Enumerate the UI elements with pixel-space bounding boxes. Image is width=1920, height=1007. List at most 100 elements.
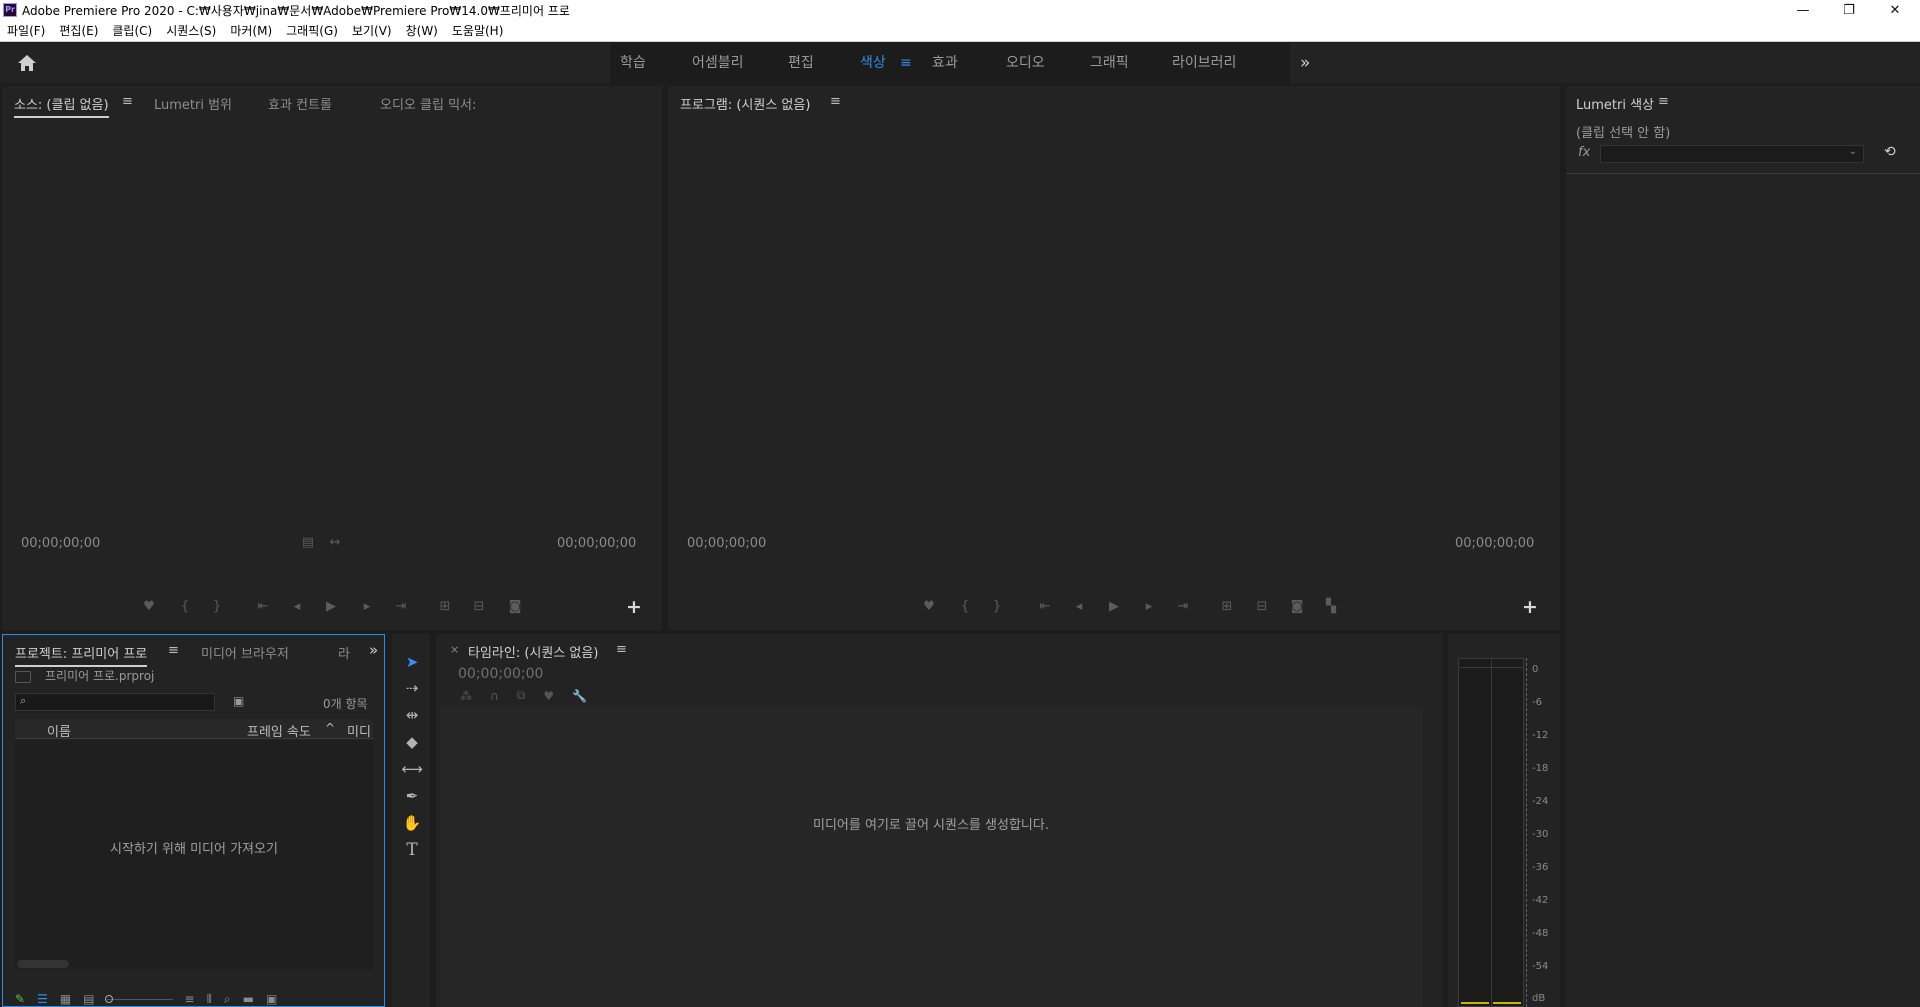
menu-view[interactable]: 보기(V)	[345, 20, 399, 42]
step-forward-icon[interactable]: ▸	[356, 599, 378, 614]
razor-tool-icon[interactable]: ◆	[402, 732, 422, 752]
go-to-out-icon[interactable]: ⇥	[1172, 599, 1194, 614]
mark-in-icon[interactable]: {	[174, 599, 196, 614]
step-forward-icon[interactable]: ▸	[1138, 599, 1160, 614]
tab-media-browser[interactable]: 미디어 브라우저	[201, 643, 289, 662]
mark-out-icon[interactable]: }	[206, 599, 228, 614]
go-to-in-icon[interactable]: ⇤	[1034, 599, 1056, 614]
menu-marker[interactable]: 마커(M)	[223, 20, 279, 42]
timeline-drop-area[interactable]: 미디어를 여기로 끌어 시퀀스를 생성합니다.	[440, 706, 1422, 1007]
tab-audio-clip-mixer[interactable]: 오디오 클립 믹서:	[380, 94, 476, 113]
mark-in-icon[interactable]: {	[954, 599, 976, 614]
tab-timeline[interactable]: 타임라인: (시퀀스 없음)	[468, 642, 598, 661]
tab-program[interactable]: 프로그램: (시퀀스 없음)	[680, 94, 810, 113]
workspace-tab-assembly[interactable]: 어셈블리	[692, 43, 744, 83]
program-timecode-current[interactable]: 00;00;00;00	[687, 536, 766, 551]
step-back-icon[interactable]: ◂	[1068, 599, 1090, 614]
zoom-slider[interactable]	[104, 994, 173, 1003]
program-add-button[interactable]: +	[1522, 596, 1538, 618]
horizontal-scrollbar[interactable]	[17, 960, 69, 968]
export-frame-icon[interactable]: ◙	[504, 599, 526, 614]
play-icon[interactable]: ▶	[320, 599, 342, 614]
lumetri-effect-dropdown[interactable]: ⌄	[1600, 145, 1864, 163]
extract-icon[interactable]: ⊟	[1251, 599, 1273, 614]
sort-icons-icon[interactable]: ≡	[185, 992, 195, 1006]
slip-tool-icon[interactable]: ⟷	[401, 759, 423, 779]
lift-icon[interactable]: ⊞	[1216, 599, 1238, 614]
go-to-out-icon[interactable]: ⇥	[390, 599, 412, 614]
new-bin-icon[interactable]: ▬	[243, 992, 254, 1006]
close-button[interactable]: ✕	[1872, 0, 1918, 20]
mark-out-icon[interactable]: }	[986, 599, 1008, 614]
tab-libraries-partial[interactable]: 라	[338, 643, 350, 662]
add-marker-icon[interactable]: ♥	[138, 599, 160, 614]
tab-source[interactable]: 소스: (클립 없음)	[14, 94, 109, 118]
menu-sequence[interactable]: 시퀀스(S)	[159, 20, 223, 42]
menu-clip[interactable]: 클립(C)	[105, 20, 159, 42]
reset-icon[interactable]: ⟲	[1884, 144, 1896, 160]
menu-edit[interactable]: 편집(E)	[52, 20, 105, 42]
new-item-icon[interactable]: ▣	[266, 992, 277, 1006]
fx-icon[interactable]: fx	[1578, 145, 1590, 160]
workspace-menu-icon[interactable]: ≡	[900, 43, 912, 83]
add-marker-icon[interactable]: ♥	[918, 599, 940, 614]
export-frame-icon[interactable]: ◙	[1286, 599, 1308, 614]
restore-button[interactable]: ❐	[1826, 0, 1872, 20]
tab-lumetri-color[interactable]: Lumetri 색상	[1576, 94, 1654, 113]
program-panel-menu-icon[interactable]: ≡	[830, 94, 841, 109]
source-timecode-current[interactable]: 00;00;00;00	[21, 536, 100, 551]
column-frame-rate[interactable]: 프레임 속도	[247, 721, 311, 740]
ripple-edit-tool-icon[interactable]: ⇹	[402, 705, 422, 725]
icon-view-icon[interactable]: ▦	[60, 992, 71, 1006]
nest-sequences-icon[interactable]: ⁂	[460, 689, 472, 703]
hand-tool-icon[interactable]: ✋	[402, 813, 422, 833]
project-search-input[interactable]: ⌕	[15, 693, 215, 711]
find-icon[interactable]: ⌕	[224, 992, 231, 1007]
step-back-icon[interactable]: ◂	[286, 599, 308, 614]
timeline-timecode[interactable]: 00;00;00;00	[458, 666, 543, 682]
comparison-view-icon[interactable]: ▚	[1320, 599, 1342, 614]
type-tool-icon[interactable]: T	[402, 840, 422, 860]
add-marker-icon[interactable]: ♥	[543, 689, 554, 703]
snap-icon[interactable]: ∩	[490, 689, 499, 703]
project-overflow-icon[interactable]: »	[369, 641, 378, 659]
insert-icon[interactable]: ⊞	[434, 599, 456, 614]
linked-selection-icon[interactable]: ⧉	[517, 688, 526, 703]
workspace-tab-effects[interactable]: 효과	[932, 43, 958, 83]
tab-project[interactable]: 프로젝트: 프리미어 프로	[15, 643, 148, 667]
project-panel-menu-icon[interactable]: ≡	[168, 643, 179, 658]
timeline-panel-menu-icon[interactable]: ≡	[616, 642, 627, 657]
go-to-in-icon[interactable]: ⇤	[252, 599, 274, 614]
menu-graphics[interactable]: 그래픽(G)	[279, 20, 345, 42]
workspace-overflow-icon[interactable]: »	[1300, 43, 1310, 83]
minimize-button[interactable]: —	[1780, 0, 1826, 20]
write-protect-icon[interactable]: ✎	[15, 992, 25, 1006]
play-icon[interactable]: ▶	[1103, 599, 1125, 614]
drag-video-icon[interactable]: ▤	[297, 535, 319, 550]
column-name[interactable]: 이름	[47, 721, 71, 740]
automate-to-sequence-icon[interactable]: ⦀	[207, 992, 212, 1007]
workspace-tab-color[interactable]: 색상	[860, 43, 886, 83]
selection-tool-icon[interactable]: ➤	[402, 652, 422, 672]
list-view-icon[interactable]: ☰	[37, 992, 48, 1006]
lumetri-panel-menu-icon[interactable]: ≡	[1658, 94, 1669, 109]
menu-help[interactable]: 도움말(H)	[445, 20, 511, 42]
new-search-bin-icon[interactable]: ▣	[233, 694, 244, 708]
overwrite-icon[interactable]: ⊟	[468, 599, 490, 614]
pen-tool-icon[interactable]: ✒	[402, 786, 422, 806]
workspace-tab-edit[interactable]: 편집	[788, 43, 814, 83]
workspace-tab-libraries[interactable]: 라이브러리	[1172, 43, 1236, 83]
column-media[interactable]: 미디	[347, 721, 371, 740]
workspace-tab-audio[interactable]: 오디오	[1006, 43, 1045, 83]
source-panel-menu-icon[interactable]: ≡	[122, 94, 133, 109]
zoom-slider-handle[interactable]	[104, 994, 113, 1003]
home-button[interactable]	[16, 53, 38, 73]
timeline-settings-icon[interactable]: 🔧	[572, 689, 587, 703]
tab-effect-controls[interactable]: 효과 컨트롤	[268, 94, 332, 113]
project-bin-list[interactable]: 시작하기 위해 미디어 가져오기	[15, 740, 373, 970]
workspace-tab-learn[interactable]: 학습	[620, 43, 646, 83]
workspace-tab-graphics[interactable]: 그래픽	[1090, 43, 1129, 83]
timeline-close-icon[interactable]: ×	[450, 643, 459, 656]
track-select-tool-icon[interactable]: ⇢	[402, 678, 422, 698]
drag-audio-icon[interactable]: ↔	[324, 535, 346, 550]
